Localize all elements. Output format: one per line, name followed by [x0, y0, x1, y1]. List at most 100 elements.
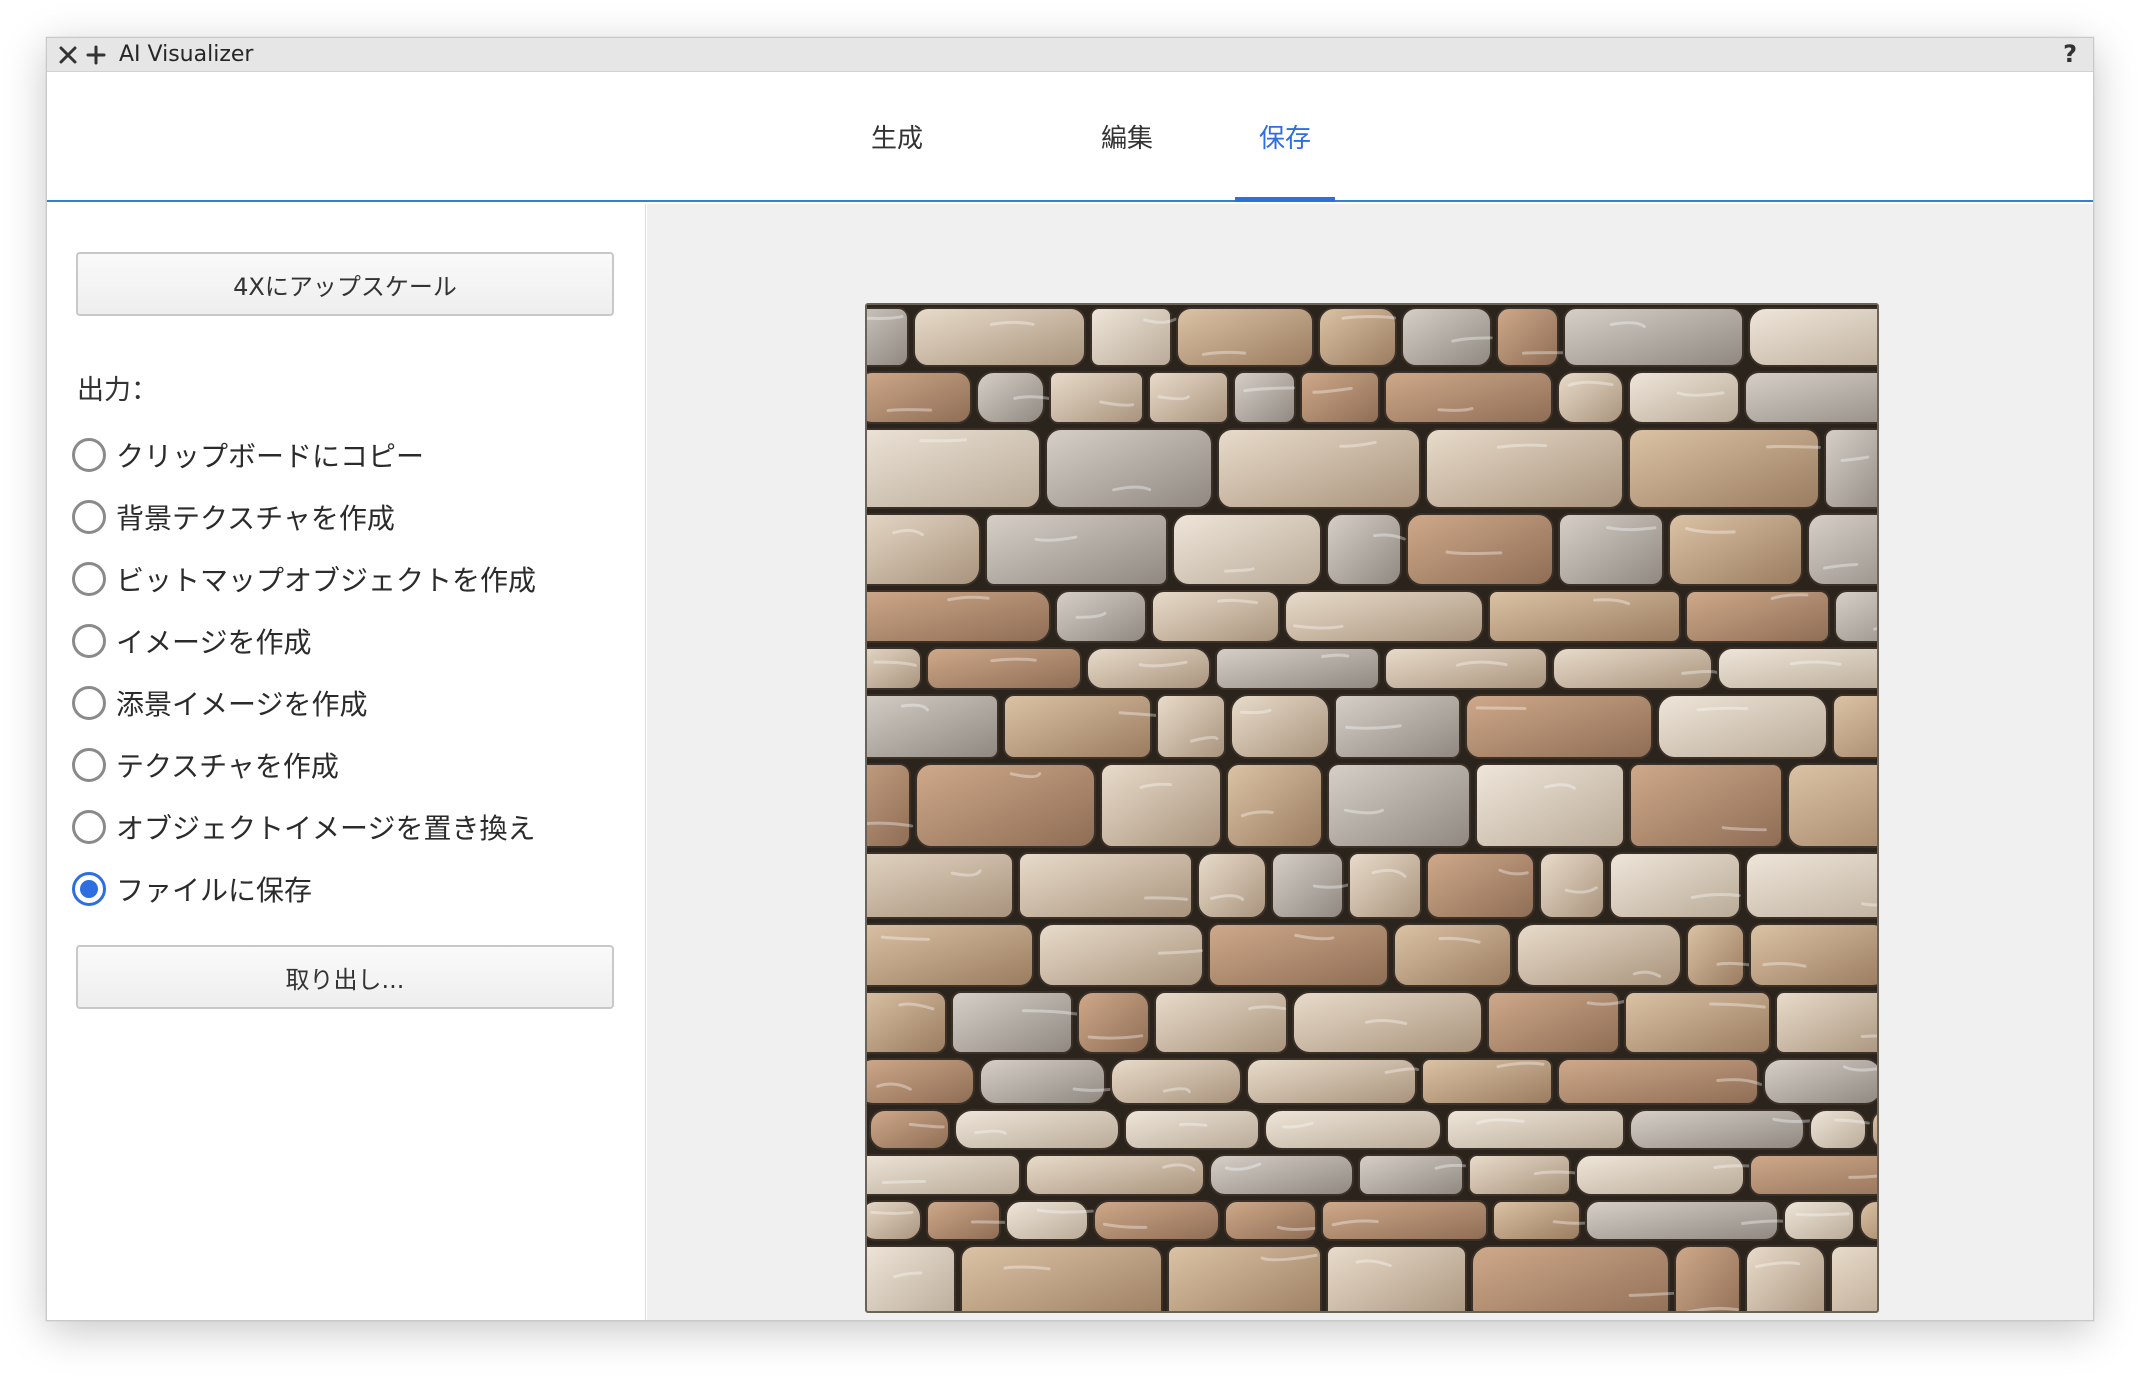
stone-highlight [1445, 550, 1503, 556]
tab-save[interactable]: 保存 [1235, 72, 1335, 202]
stone-block [1049, 371, 1144, 424]
stone-block [1093, 1200, 1220, 1241]
stone-block [1557, 1058, 1759, 1105]
stone-block [1406, 513, 1554, 586]
stone-block [1425, 428, 1624, 509]
stone-block [1668, 513, 1803, 586]
stone-block [979, 1058, 1106, 1105]
stone-block [1629, 763, 1783, 848]
stone-wall-texture [867, 305, 1877, 1311]
radio-button[interactable] [72, 686, 106, 720]
radio-option-create-texture[interactable]: テクスチャを作成 [72, 734, 536, 796]
stone-block [1208, 923, 1389, 987]
stone-block [867, 923, 1034, 987]
plus-icon[interactable] [83, 40, 109, 70]
stone-block [1487, 991, 1620, 1054]
stone-block [1624, 991, 1771, 1054]
stone-block [1832, 694, 1877, 759]
stone-block [1809, 1109, 1867, 1150]
stone-block [1749, 1154, 1877, 1196]
radio-option-entourage-image[interactable]: 添景イメージを作成 [72, 672, 536, 734]
stone-highlight [970, 1220, 1010, 1225]
stone-highlight [919, 438, 968, 443]
stone-block [1393, 923, 1512, 987]
radio-option-background-texture[interactable]: 背景テクスチャを作成 [72, 486, 536, 548]
stone-block [867, 852, 1014, 919]
stone-highlight [1766, 444, 1821, 449]
stone-block [1197, 852, 1267, 919]
radio-button[interactable] [72, 748, 106, 782]
stone-block [1748, 307, 1877, 367]
stone-block [1233, 371, 1296, 424]
stone-block [1326, 513, 1402, 586]
radio-label: ビットマップオブジェクトを作成 [116, 564, 537, 597]
radio-option-replace-object-image[interactable]: オブジェクトイメージを置き換え [72, 796, 536, 858]
stone-block [1552, 647, 1713, 690]
stone-block [1824, 428, 1877, 509]
stone-block [867, 763, 911, 848]
stone-block [1585, 1200, 1779, 1241]
stone-block [1209, 1154, 1354, 1196]
stone-block [867, 991, 947, 1054]
close-icon[interactable] [55, 40, 81, 70]
ai-visualizer-window: AI Visualizer ? 生成 編集 保存 4Xにアップスケール 出力： … [46, 37, 2094, 1321]
stone-block [1003, 694, 1152, 759]
stone-block [1110, 1058, 1242, 1105]
stone-highlight [1475, 706, 1527, 711]
stone-highlight [1521, 351, 1565, 355]
stone-block [1224, 1200, 1317, 1241]
stone-block [1787, 763, 1877, 848]
stone-block [1749, 923, 1877, 987]
output-options-panel: 4Xにアップスケール 出力： クリップボードにコピー 背景テクスチャを作成 ビッ… [47, 204, 646, 1320]
upscale-4x-button[interactable]: 4Xにアップスケール [76, 252, 614, 316]
stone-block [1271, 852, 1344, 919]
radio-label: 添景イメージを作成 [116, 688, 368, 721]
help-button[interactable]: ? [2063, 40, 2077, 68]
stone-highlight [1179, 1122, 1208, 1127]
stone-block [1674, 1245, 1741, 1311]
radio-button-selected[interactable] [72, 872, 106, 906]
radio-button[interactable] [72, 624, 106, 658]
export-button[interactable]: 取り出し... [76, 945, 614, 1009]
tab-edit[interactable]: 編集 [1057, 72, 1197, 200]
radio-option-bitmap-object[interactable]: ビットマップオブジェクトを作成 [72, 548, 536, 610]
stone-block [1685, 590, 1830, 643]
stone-block [1563, 307, 1744, 367]
output-radio-group: クリップボードにコピー 背景テクスチャを作成 ビットマップオブジェクトを作成 イ… [72, 424, 536, 920]
radio-option-copy-clipboard[interactable]: クリップボードにコピー [72, 424, 536, 486]
stone-block [867, 694, 999, 759]
stone-block [1045, 428, 1213, 509]
stone-highlight [1143, 896, 1189, 901]
radio-button[interactable] [72, 500, 106, 534]
radio-option-save-to-file[interactable]: ファイルに保存 [72, 858, 536, 920]
stone-block [913, 307, 1086, 367]
stone-highlight [881, 1179, 927, 1185]
radio-button[interactable] [72, 562, 106, 596]
stone-block [1284, 590, 1484, 643]
stone-block [1151, 590, 1280, 643]
stone-block [1496, 307, 1559, 367]
stone-block [1775, 991, 1877, 1054]
stone-block [1575, 1154, 1745, 1196]
stone-block [867, 1200, 922, 1241]
stone-block [1421, 1058, 1553, 1105]
stone-block [1629, 1109, 1805, 1150]
radio-option-create-image[interactable]: イメージを作成 [72, 610, 536, 672]
stone-highlight [1696, 706, 1749, 712]
radio-button[interactable] [72, 438, 106, 472]
stone-block [1005, 1200, 1089, 1241]
title-bar: AI Visualizer ? [47, 38, 2093, 72]
stone-highlight [1860, 1034, 1877, 1039]
stone-block [1471, 1245, 1670, 1311]
stone-block [951, 991, 1073, 1054]
stone-block [1176, 307, 1314, 367]
stone-block [1264, 1109, 1442, 1150]
stone-block [1516, 923, 1682, 987]
stone-block [867, 1154, 1021, 1196]
radio-button[interactable] [72, 810, 106, 844]
stone-block [1830, 1245, 1877, 1311]
tab-generate[interactable]: 生成 [827, 72, 967, 200]
stone-block [1326, 1245, 1467, 1311]
stone-block [1038, 923, 1204, 987]
window-title: AI Visualizer [119, 42, 254, 67]
